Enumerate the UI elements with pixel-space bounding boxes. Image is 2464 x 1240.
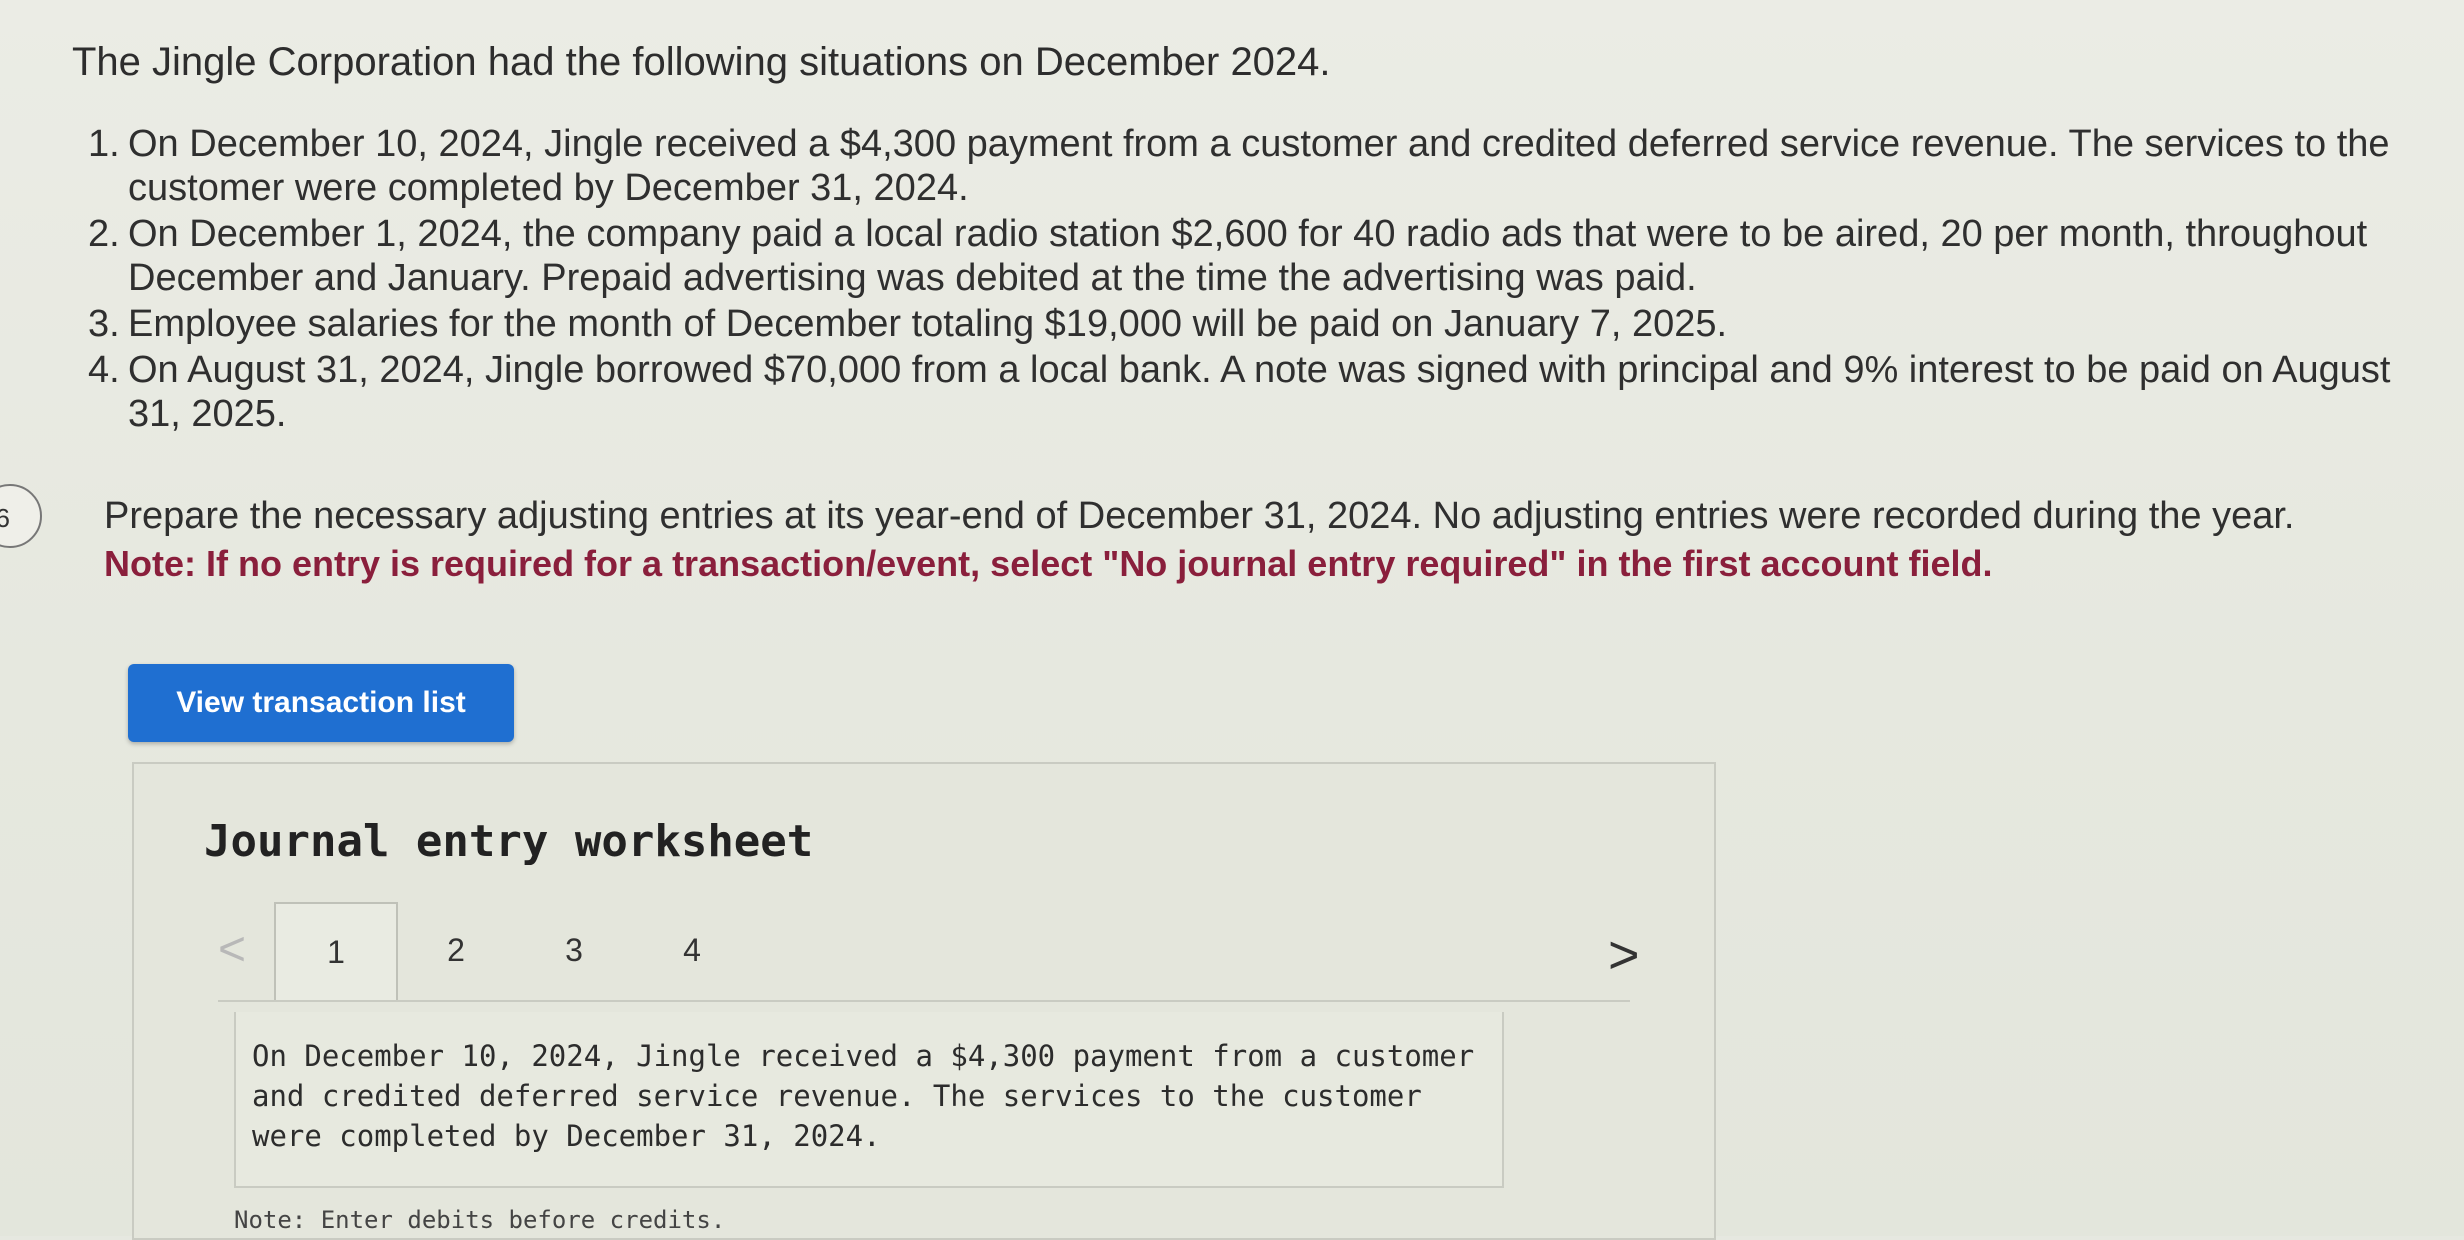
instructions: Prepare the necessary adjusting entries …: [104, 492, 2364, 588]
enter-debits-note: Note: Enter debits before credits.: [234, 1206, 726, 1234]
situation-text: On December 10, 2024, Jingle received a …: [128, 123, 2390, 209]
page: The Jingle Corporation had the following…: [0, 0, 2464, 1240]
question-number-badge[interactable]: 6: [0, 484, 42, 548]
situations-list: 1. On December 10, 2024, Jingle received…: [88, 122, 2438, 438]
tab-4[interactable]: 4: [632, 902, 752, 998]
situation-item: 3. Employee salaries for the month of De…: [88, 302, 2438, 346]
chevron-right-icon[interactable]: >: [1608, 924, 1640, 986]
instructions-text: Prepare the necessary adjusting entries …: [104, 495, 2295, 537]
worksheet-title: Journal entry worksheet: [204, 816, 814, 867]
scenario-description: On December 10, 2024, Jingle received a …: [234, 1012, 1504, 1188]
tab-3[interactable]: 3: [514, 902, 634, 998]
situation-item: 1. On December 10, 2024, Jingle received…: [88, 122, 2438, 210]
instructions-note: Note: If no entry is required for a tran…: [104, 543, 1993, 584]
tab-1[interactable]: 1: [274, 902, 398, 1002]
worksheet-tabs: < 1 2 3 4 >: [218, 902, 1640, 1012]
situation-text: On December 1, 2024, the company paid a …: [128, 213, 2368, 299]
problem-intro: The Jingle Corporation had the following…: [72, 40, 1331, 84]
tab-2[interactable]: 2: [396, 902, 516, 998]
situation-text: On August 31, 2024, Jingle borrowed $70,…: [128, 349, 2391, 435]
situation-number: 2.: [88, 213, 120, 255]
view-transaction-list-button[interactable]: View transaction list: [128, 664, 514, 742]
situation-item: 2. On December 1, 2024, the company paid…: [88, 212, 2438, 300]
situation-number: 1.: [88, 123, 120, 165]
situation-text: Employee salaries for the month of Decem…: [128, 303, 1728, 345]
situation-number: 4.: [88, 349, 120, 391]
situation-item: 4. On August 31, 2024, Jingle borrowed $…: [88, 348, 2438, 436]
tab-divider: [218, 1000, 1630, 1002]
chevron-left-icon[interactable]: <: [218, 922, 246, 977]
situation-number: 3.: [88, 303, 120, 345]
journal-entry-worksheet: Journal entry worksheet < 1 2 3 4 > On D…: [132, 762, 1716, 1240]
